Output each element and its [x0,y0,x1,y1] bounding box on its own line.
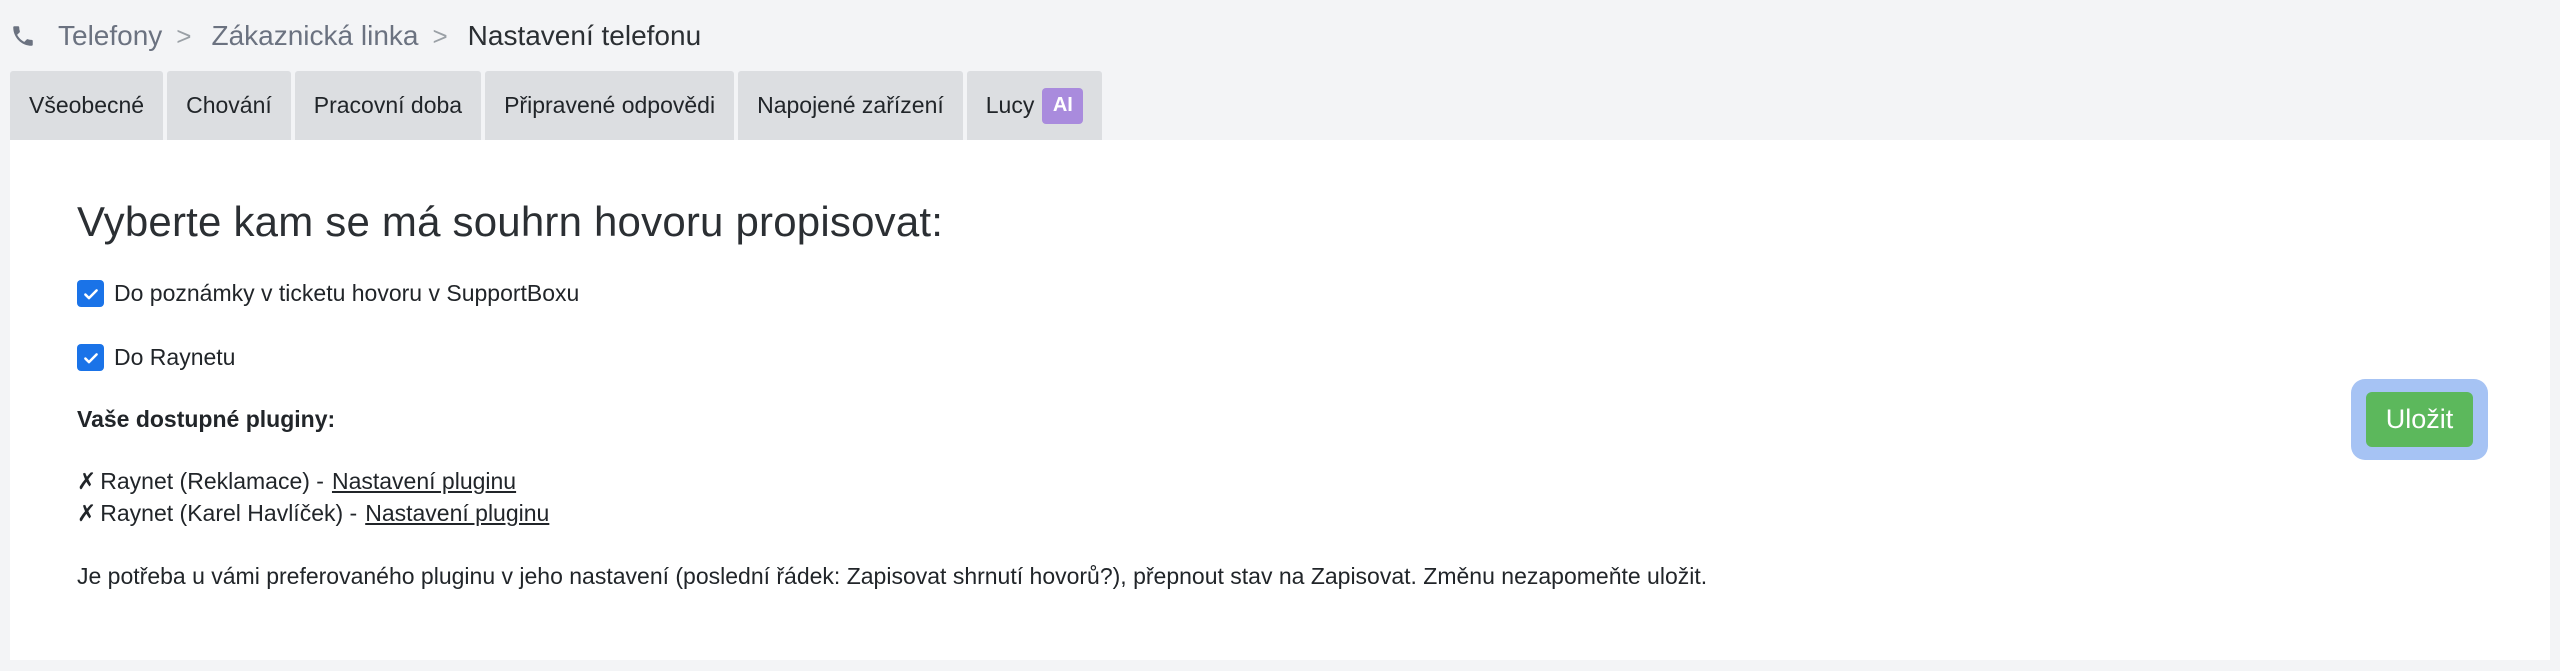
breadcrumb-item-current: Nastavení telefonu [467,20,702,51]
plugin-item: ✗ Raynet (Karel Havlíček) - Nastavení pl… [77,500,549,527]
settings-panel: Vyberte kam se má souhrn hovoru propisov… [10,140,2550,660]
option-raynet: Do Raynetu [77,344,235,371]
tab-napojene-zarizeni[interactable]: Napojené zařízení [738,71,963,140]
plugins-title: Vaše dostupné pluginy: [77,406,336,432]
plugin-settings-link[interactable]: Nastavení pluginu [365,500,549,527]
tab-label: Napojené zařízení [757,92,944,118]
option-label: Do Raynetu [114,344,236,370]
tab-pracovni-doba[interactable]: Pracovní doba [294,71,482,140]
check-icon [83,288,98,299]
plugin-name: Raynet (Karel Havlíček) - [100,500,358,526]
tab-chovani[interactable]: Chování [167,71,291,140]
supportbox-note-checkbox[interactable] [77,280,104,307]
tab-bar: Všeobecné Chování Pracovní doba Připrave… [10,71,1103,140]
breadcrumb-separator: > [432,20,448,51]
tab-label: Pracovní doba [313,92,463,118]
plugin-settings-link[interactable]: Nastavení pluginu [332,468,516,495]
tab-vseobecne[interactable]: Všeobecné [10,71,164,140]
cross-icon: ✗ [77,468,97,494]
tab-label: Chování [186,92,272,118]
ai-badge: AI [1042,87,1084,124]
tab-label: Připravené odpovědi [504,92,716,118]
breadcrumb-item-zakaznicka-linka[interactable]: Zákaznická linka [211,20,418,52]
breadcrumb-separator: > [176,20,192,51]
save-button-focus-ring: Uložit [2351,379,2488,460]
phone-icon [10,23,36,49]
tab-lucy[interactable]: Lucy AI [966,71,1103,140]
tab-pripravene-odpovedi[interactable]: Připravené odpovědi [485,71,735,140]
page-title: Vyberte kam se má souhrn hovoru propisov… [77,198,944,245]
plugin-name: Raynet (Reklamace) - [100,468,324,494]
plugin-item: ✗ Raynet (Reklamace) - Nastavení pluginu [77,468,516,495]
option-label: Do poznámky v ticketu hovoru v SupportBo… [114,280,580,306]
breadcrumb: Telefony > Zákaznická linka > Nastavení … [10,16,701,56]
save-button[interactable]: Uložit [2366,392,2473,447]
raynet-checkbox[interactable] [77,344,104,371]
check-icon [83,352,98,363]
instruction-note: Je potřeba u vámi preferovaného pluginu … [77,563,1708,589]
option-supportbox-note: Do poznámky v ticketu hovoru v SupportBo… [77,280,579,307]
tab-label: Všeobecné [29,92,145,118]
tab-label: Lucy [985,92,1035,118]
breadcrumb-item-telefony[interactable]: Telefony [58,20,162,52]
cross-icon: ✗ [77,500,97,526]
